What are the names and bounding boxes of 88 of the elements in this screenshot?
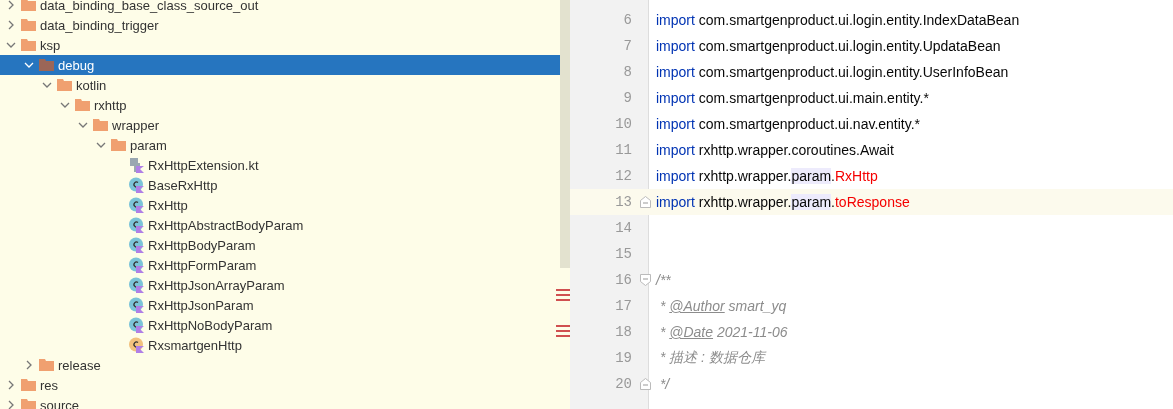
code-line: import com.smartgenproduct.ui.login.entity.IndexDataBean	[656, 12, 1020, 28]
fold-marker-icon[interactable]	[639, 378, 651, 390]
code-line: import com.smartgenproduct.ui.main.entity.*	[656, 90, 929, 106]
error-stripe-icon[interactable]	[556, 289, 570, 301]
tree-item[interactable]: ksp	[0, 35, 560, 55]
tree-item-label: release	[58, 357, 101, 373]
line-number: 20	[614, 376, 632, 392]
tree-item[interactable]: RxHttpBodyParam	[0, 235, 560, 255]
tree-item-label: debug	[58, 57, 95, 73]
code-line: import com.smartgenproduct.ui.nav.entity.*	[656, 116, 921, 132]
line-number: 10	[614, 116, 632, 132]
line-number: 19	[614, 350, 632, 366]
folder-icon	[39, 59, 54, 71]
line-number: 13	[614, 194, 632, 210]
line-number: 14	[614, 220, 632, 236]
fold-marker-icon[interactable]	[639, 196, 651, 208]
tree-item-label: source	[40, 397, 80, 409]
code-line: import rxhttp.wrapper.coroutines.Await	[656, 142, 894, 158]
kotlin-file-icon	[129, 157, 144, 173]
tree-item[interactable]: RxHttpJsonParam	[0, 295, 560, 315]
tree-item-label: RxHttpFormParam	[148, 257, 257, 273]
code-line: */	[658, 376, 670, 392]
folder-icon	[21, 39, 36, 51]
fold-marker-icon[interactable]	[639, 274, 651, 286]
scrollbar-track[interactable]	[560, 0, 570, 268]
tree-item-label: res	[40, 377, 59, 393]
tree-item[interactable]: data_binding_base_class_source_out	[0, 0, 560, 15]
folder-icon	[21, 399, 36, 409]
line-number: 7	[622, 38, 632, 54]
tree-item[interactable]: source	[0, 395, 560, 409]
tree-item-label: kotlin	[76, 77, 107, 93]
line-number: 17	[614, 298, 632, 314]
tree-item[interactable]: RxHttp	[0, 195, 560, 215]
tree-item[interactable]: RxsmartgenHttp	[0, 335, 560, 355]
line-number: 15	[614, 246, 632, 262]
tree-item[interactable]: BaseRxHttp	[0, 175, 560, 195]
tree-item[interactable]: data_binding_trigger	[0, 15, 560, 35]
line-number: 12	[614, 168, 632, 184]
line-number: 16	[614, 272, 632, 288]
tree-item[interactable]: wrapper	[0, 115, 560, 135]
code-line: import com.smartgenproduct.ui.login.entity.UpdataBean	[656, 38, 1001, 54]
folder-icon	[21, 379, 36, 391]
folder-icon	[21, 0, 36, 11]
line-number: 18	[614, 324, 632, 340]
tree-item-label: RxHttpJsonParam	[148, 297, 254, 313]
error-stripe-icon[interactable]	[556, 325, 570, 337]
folder-icon	[93, 119, 108, 131]
tree-item[interactable]: rxhttp	[0, 95, 560, 115]
folder-icon	[57, 79, 72, 91]
tree-item-label: RxHttpAbstractBodyParam	[148, 217, 304, 233]
tree-item[interactable]: RxHttpAbstractBodyParam	[0, 215, 560, 235]
tree-item-label: param	[130, 137, 167, 153]
tree-item-label: RxHttpExtension.kt	[148, 157, 259, 173]
tree-item-label: wrapper	[112, 117, 159, 133]
code-line: * @Date 2021-11-06	[658, 324, 788, 340]
tree-item[interactable]: debug	[0, 55, 560, 75]
tree-item-label: RxHttp	[148, 197, 188, 213]
code-line: /**	[656, 272, 671, 288]
tree-item-label: BaseRxHttp	[148, 177, 218, 193]
tree-item[interactable]: param	[0, 135, 560, 155]
folder-icon	[111, 139, 126, 151]
tree-item-label: data_binding_base_class_source_out	[40, 0, 259, 13]
code-line: import com.smartgenproduct.ui.login.entity.UserInfoBean	[656, 64, 1009, 80]
tree-item-label: ksp	[40, 37, 61, 53]
tree-item[interactable]: RxHttpNoBodyParam	[0, 315, 560, 335]
tree-item[interactable]: RxHttpExtension.kt	[0, 155, 560, 175]
tree-item[interactable]: res	[0, 375, 560, 395]
tree-item-label: RxsmartgenHttp	[148, 337, 242, 353]
tree-item[interactable]: RxHttpFormParam	[0, 255, 560, 275]
tree-item[interactable]: kotlin	[0, 75, 560, 95]
code-line: * 描述 : 数据仓库	[658, 349, 765, 367]
line-number: 6	[622, 12, 632, 28]
folder-icon	[21, 19, 36, 31]
tree-item-label: rxhttp	[94, 97, 127, 113]
tree-item[interactable]: RxHttpJsonArrayParam	[0, 275, 560, 295]
tree-item-label: RxHttpJsonArrayParam	[148, 277, 285, 293]
code-line: * @Author smart_yq	[658, 298, 787, 314]
folder-icon	[39, 359, 54, 371]
tree-item-label: RxHttpNoBodyParam	[148, 317, 273, 333]
line-number: 9	[622, 90, 632, 106]
tree-item-label: RxHttpBodyParam	[148, 237, 256, 253]
folder-icon	[75, 99, 90, 111]
code-line: import rxhttp.wrapper.param.RxHttp	[656, 168, 878, 184]
tree-item[interactable]: release	[0, 355, 560, 375]
line-number: 11	[614, 142, 632, 158]
code-line: import rxhttp.wrapper.param.toResponse	[656, 194, 910, 210]
tree-item-label: data_binding_trigger	[40, 17, 159, 33]
line-number: 8	[622, 64, 632, 80]
